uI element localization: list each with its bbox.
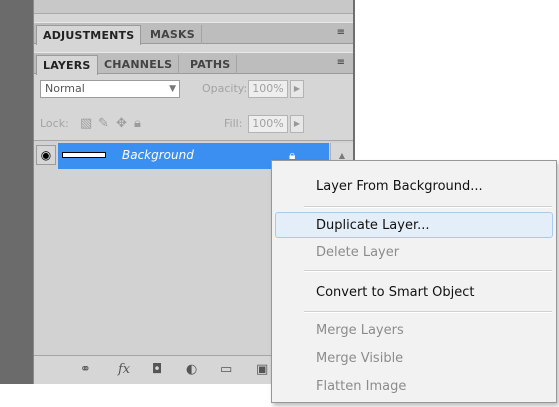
opacity-slider-button[interactable]: ▶ [290,80,304,98]
menu-item-flatten-image[interactable]: Flatten Image [272,374,556,400]
tab-channels[interactable]: CHANNELS [98,55,180,74]
menu-separator [304,270,552,272]
adjustments-tabbar: ADJUSTMENTS MASKS ≡ [34,22,353,45]
adjustment-icon[interactable]: ◐ [186,361,197,379]
tab-adjustments[interactable]: ADJUSTMENTS [36,25,142,45]
lock-label: Lock: [40,117,69,130]
folder-icon[interactable]: ▭ [220,361,232,379]
tab-paths[interactable]: PATHS [184,55,238,74]
opacity-input[interactable]: 100% [248,80,288,98]
menu-item-duplicate-layer[interactable]: Duplicate Layer... [275,212,553,238]
link-icon[interactable]: ⚭ [80,361,91,379]
menu-item-layer-from-background[interactable]: Layer From Background... [272,174,556,200]
blend-mode-select[interactable]: Normal ▼ [40,80,180,98]
layer-name: Background [122,148,194,162]
layers-tabbar: LAYERS CHANNELS PATHS ≡ [34,52,353,75]
tab-masks[interactable]: MASKS [144,25,202,44]
new-layer-icon[interactable]: ▣ [256,361,268,379]
eye-icon[interactable]: ◉ [36,145,56,165]
panel-menu-icon[interactable]: ≡ [337,27,345,38]
layers-panel-menu-icon[interactable]: ≡ [337,57,345,68]
opacity-label: Opacity: [202,82,248,95]
layer-thumbnail [62,152,106,158]
lock-all-icon[interactable]: 🔒︎ [134,115,141,133]
tab-layers[interactable]: LAYERS [36,55,98,75]
blend-mode-value: Normal [45,82,85,95]
lock-position-icon[interactable]: ✥ [116,115,127,133]
lock-fill-row: Lock: ▧ ✎ ✥ 🔒︎ Fill: 100% ▶ [34,112,353,136]
lock-pixels-icon[interactable]: ✎ [98,115,109,133]
panel-header-strip [34,0,353,14]
blend-opacity-row: Normal ▼ Opacity: 100% ▶ [34,77,353,101]
fill-input[interactable]: 100% [248,115,288,133]
chevron-down-icon: ▼ [169,84,176,94]
lock-transparent-icon[interactable]: ▧ [80,115,92,133]
fx-icon[interactable]: fx [118,361,130,379]
menu-separator [304,206,552,208]
menu-separator [304,311,552,313]
mask-icon[interactable]: ◘ [152,361,162,379]
fill-label: Fill: [224,117,243,130]
menu-item-merge-layers[interactable]: Merge Layers [272,318,556,344]
fill-slider-button[interactable]: ▶ [290,115,304,133]
menu-item-convert-to-smart-object[interactable]: Convert to Smart Object [272,280,556,306]
menu-item-delete-layer[interactable]: Delete Layer [272,240,556,266]
context-menu: Layer From Background... Duplicate Layer… [271,160,557,403]
menu-item-merge-visible[interactable]: Merge Visible [272,346,556,372]
workspace-background [0,0,34,384]
